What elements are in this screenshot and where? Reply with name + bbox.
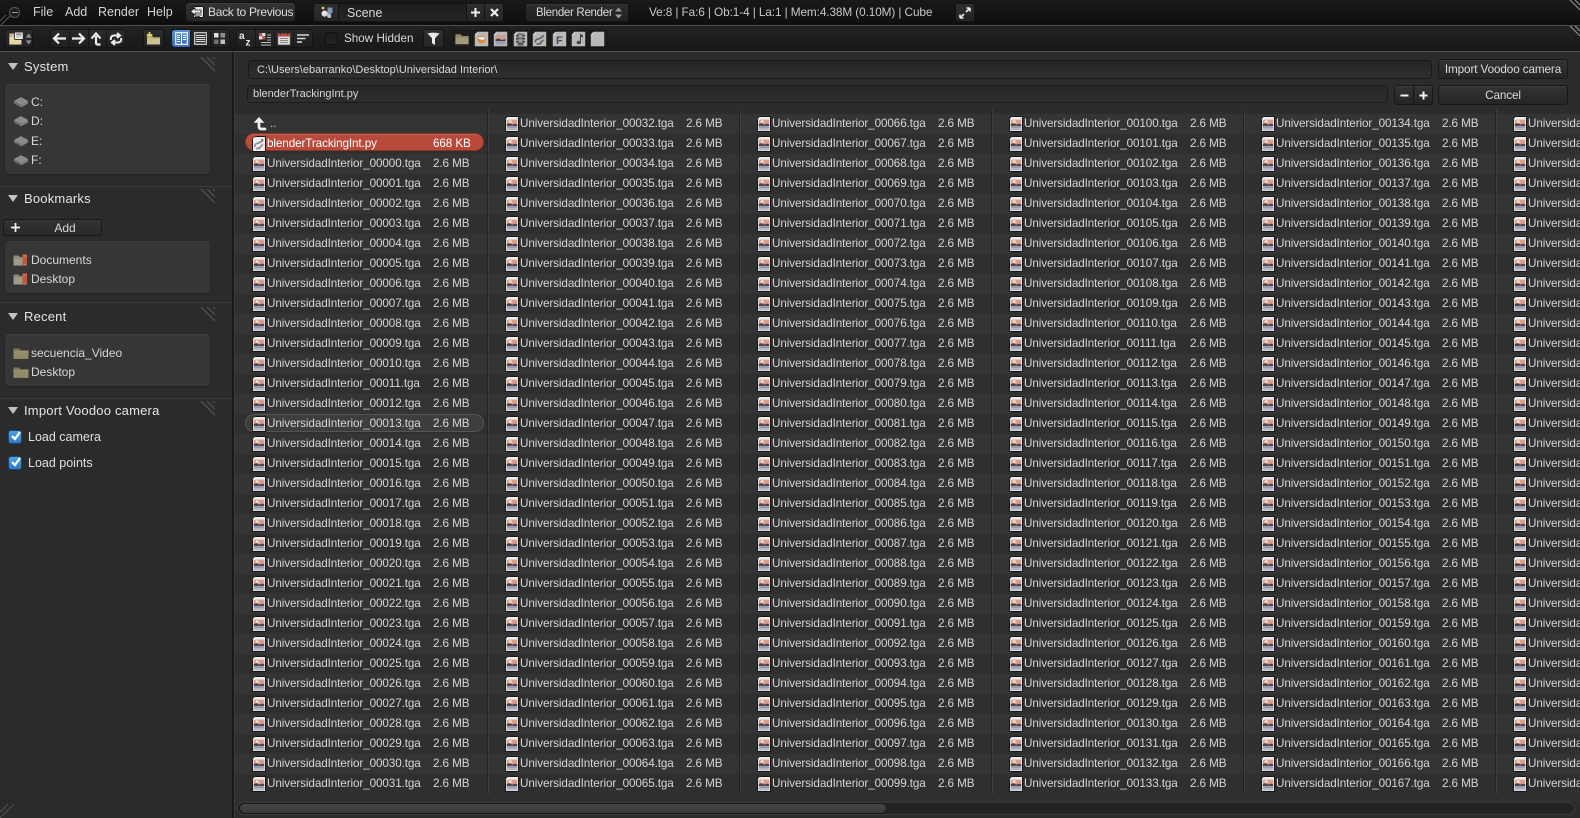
svg-text:a: a [239, 31, 245, 42]
svg-text:F: F [556, 35, 563, 47]
svg-text:z: z [246, 38, 251, 47]
